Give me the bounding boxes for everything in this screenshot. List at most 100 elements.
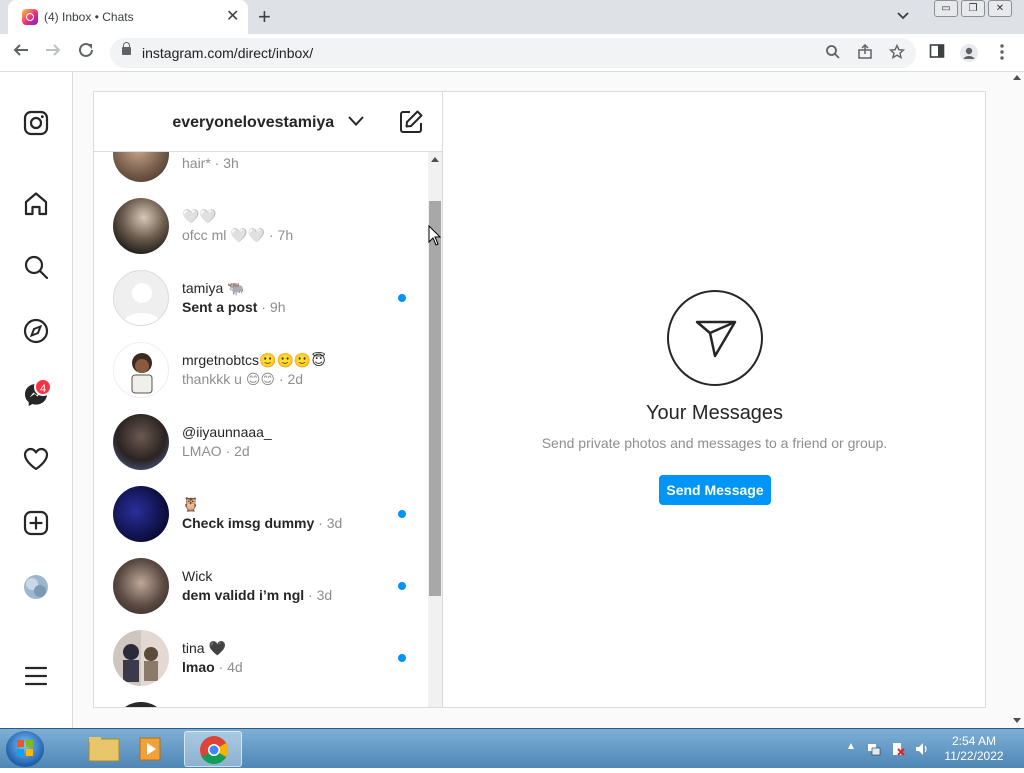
conversation-preview: Sent a post · 9h <box>182 299 286 315</box>
avatar <box>113 414 169 470</box>
address-bar[interactable]: instagram.com/direct/inbox/ <box>110 38 916 68</box>
empty-state-subtitle: Send private photos and messages to a fr… <box>541 435 888 451</box>
windows-taskbar: ▲ 2:54 AM 11/22/2022 <box>0 728 1024 768</box>
action-center-icon[interactable] <box>890 741 906 757</box>
paper-plane-icon <box>667 290 763 386</box>
page-scrollbar[interactable] <box>1010 72 1024 728</box>
browser-tab-bar: (4) Inbox • Chats ✕ + ▭ ❐ ✕ <box>0 0 1024 34</box>
profile-avatar[interactable] <box>22 573 50 601</box>
side-panel-icon[interactable] <box>927 43 947 63</box>
unread-dot <box>398 294 406 302</box>
compose-icon <box>400 110 423 133</box>
conversation-preview: lmao · 4d <box>182 659 243 675</box>
new-tab-button[interactable]: + <box>258 4 271 30</box>
instagram-logo-icon[interactable] <box>22 109 50 137</box>
conversation-preview: Check imsg dummy · 3d <box>182 515 343 531</box>
avatar <box>113 152 169 182</box>
avatar <box>113 630 169 686</box>
tab-close-button[interactable]: ✕ <box>226 7 239 27</box>
volume-icon[interactable] <box>914 741 930 757</box>
avatar <box>113 486 169 542</box>
tab-search-chevron-icon[interactable] <box>896 8 910 25</box>
browser-menu-icon[interactable] <box>992 43 1012 63</box>
scrollbar-thumb[interactable] <box>429 201 441 596</box>
search-icon[interactable] <box>22 253 50 281</box>
close-window-button[interactable]: ✕ <box>988 0 1012 17</box>
conversation-preview: thankkk u 😊😊 · 2d <box>182 371 304 387</box>
conversation-preview: dem validd i’m ngl · 3d <box>182 587 333 603</box>
send-message-button[interactable]: Send Message <box>659 475 771 505</box>
new-message-button[interactable] <box>398 109 424 135</box>
system-tray: ▲ 2:54 AM 11/22/2022 <box>840 729 1024 769</box>
conversation-preview: LMAO · 2d <box>182 443 250 459</box>
home-icon[interactable] <box>22 190 50 218</box>
conversation-item[interactable]: tina 🖤 lmao · 4d <box>94 620 428 692</box>
avatar <box>113 198 169 254</box>
account-switcher[interactable]: everyonelovestamiya <box>94 114 442 132</box>
clock-date: 11/22/2022 <box>944 749 1004 763</box>
avatar <box>113 702 169 707</box>
conversation-item[interactable]: 🦉 Check imsg dummy · 3d <box>94 476 428 548</box>
avatar <box>113 558 169 614</box>
zoom-search-icon[interactable] <box>824 44 842 62</box>
browser-toolbar: instagram.com/direct/inbox/ <box>0 34 1024 72</box>
default-avatar <box>113 270 169 326</box>
heart-icon[interactable] <box>22 445 50 473</box>
windows-logo-icon <box>17 740 33 756</box>
conversation-name: @iiyaunnaaa_ <box>182 424 272 440</box>
chrome-icon <box>200 736 228 764</box>
conversation-item[interactable]: mrgetnobtcs🙂🙂🙂😇 thankkk u 😊😊 · 2d <box>94 332 428 404</box>
reload-button[interactable] <box>74 41 98 65</box>
bookmark-star-icon[interactable] <box>888 43 906 62</box>
chrome-taskbar-button[interactable] <box>184 731 242 767</box>
unread-dot <box>398 654 406 662</box>
avatar <box>113 342 169 398</box>
window-controls: ▭ ❐ ✕ <box>934 0 1012 17</box>
network-icon[interactable] <box>866 741 882 757</box>
person-silhouette-icon <box>122 283 162 325</box>
start-button[interactable] <box>6 731 44 767</box>
empty-state-title: Your Messages <box>645 402 784 424</box>
show-hidden-icons-icon[interactable]: ▲ <box>846 741 856 752</box>
conversation-list: hair* · 3h 🤍🤍 ofcc ml 🤍🤍 · 7h tamiya 🐃 S… <box>94 152 428 707</box>
chevron-down-icon <box>347 114 365 132</box>
conversation-item[interactable]: tamiya 🐃 Sent a post · 9h <box>94 260 428 332</box>
conversation-preview: ofcc ml 🤍🤍 · 7h <box>182 227 294 243</box>
share-icon[interactable] <box>856 43 874 62</box>
browser-tab[interactable]: (4) Inbox • Chats ✕ <box>8 0 248 34</box>
conversation-name: mrgetnobtcs🙂🙂🙂😇 <box>182 352 326 368</box>
instagram-favicon-icon <box>22 9 38 25</box>
unread-dot <box>398 510 406 518</box>
conversation-name: 🦉 <box>182 496 200 512</box>
instagram-sidebar: 4 <box>0 72 73 728</box>
taskbar-clock[interactable]: 2:54 AM 11/22/2022 <box>940 734 1008 764</box>
menu-icon[interactable] <box>22 662 50 690</box>
minimize-button[interactable]: ▭ <box>934 0 958 17</box>
mouse-cursor-icon <box>428 225 442 246</box>
conversation-name: Wick <box>182 568 213 584</box>
back-button[interactable] <box>9 41 33 65</box>
account-username: everyonelovestamiya <box>172 114 335 132</box>
conversation-item[interactable]: 🤍🤍 ofcc ml 🤍🤍 · 7h <box>94 188 428 260</box>
messages-empty-state: Your Messages Send private photos and me… <box>444 92 985 707</box>
restore-button[interactable]: ❐ <box>961 0 985 17</box>
create-icon[interactable] <box>22 509 50 537</box>
conversation-item[interactable] <box>94 692 428 707</box>
conversation-item[interactable]: @iiyaunnaaa_ LMAO · 2d <box>94 404 428 476</box>
clock-time: 2:54 AM <box>951 734 997 748</box>
media-player-icon <box>139 737 161 761</box>
explore-icon[interactable] <box>22 317 50 345</box>
conversation-item[interactable]: hair* · 3h <box>94 152 428 188</box>
conversation-item[interactable]: Wick dem validd i’m ngl · 3d <box>94 548 428 620</box>
media-player-taskbar-button[interactable] <box>128 731 186 767</box>
file-explorer-taskbar-button[interactable] <box>74 731 132 767</box>
conversation-preview: hair* · 3h <box>182 155 239 171</box>
scroll-up-arrow-icon[interactable] <box>431 157 439 162</box>
profile-icon[interactable] <box>959 43 979 63</box>
conversation-name: tina 🖤 <box>182 640 226 656</box>
direct-inbox-panel: everyonelovestamiya hair* · 3h 🤍🤍 ofcc m… <box>93 91 986 708</box>
conversation-list-pane: everyonelovestamiya hair* · 3h 🤍🤍 ofcc m… <box>94 92 443 707</box>
messenger-badge: 4 <box>34 378 52 396</box>
forward-button[interactable] <box>41 41 65 65</box>
folder-icon <box>88 737 120 762</box>
